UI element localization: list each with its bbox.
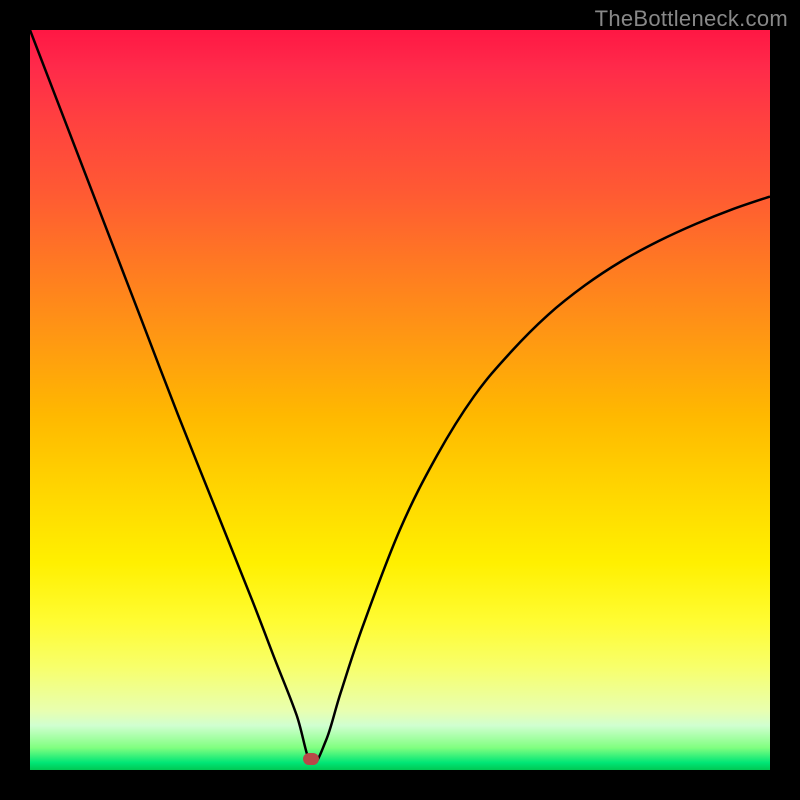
chart-frame: TheBottleneck.com [0, 0, 800, 800]
optimal-marker [303, 753, 319, 765]
curve-svg [30, 30, 770, 770]
watermark-text: TheBottleneck.com [595, 6, 788, 32]
plot-area [30, 30, 770, 770]
bottleneck-curve [30, 30, 770, 764]
